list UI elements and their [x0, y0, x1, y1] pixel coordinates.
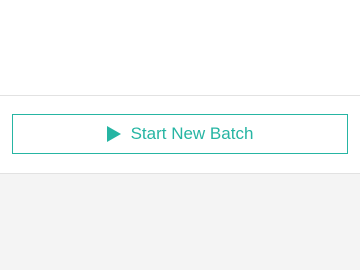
action-bar: Start New Batch: [0, 96, 360, 174]
start-new-batch-button[interactable]: Start New Batch: [12, 114, 348, 154]
top-panel: [0, 0, 360, 96]
bottom-panel: [0, 174, 360, 270]
start-new-batch-label: Start New Batch: [130, 124, 254, 143]
play-icon: [106, 126, 121, 142]
